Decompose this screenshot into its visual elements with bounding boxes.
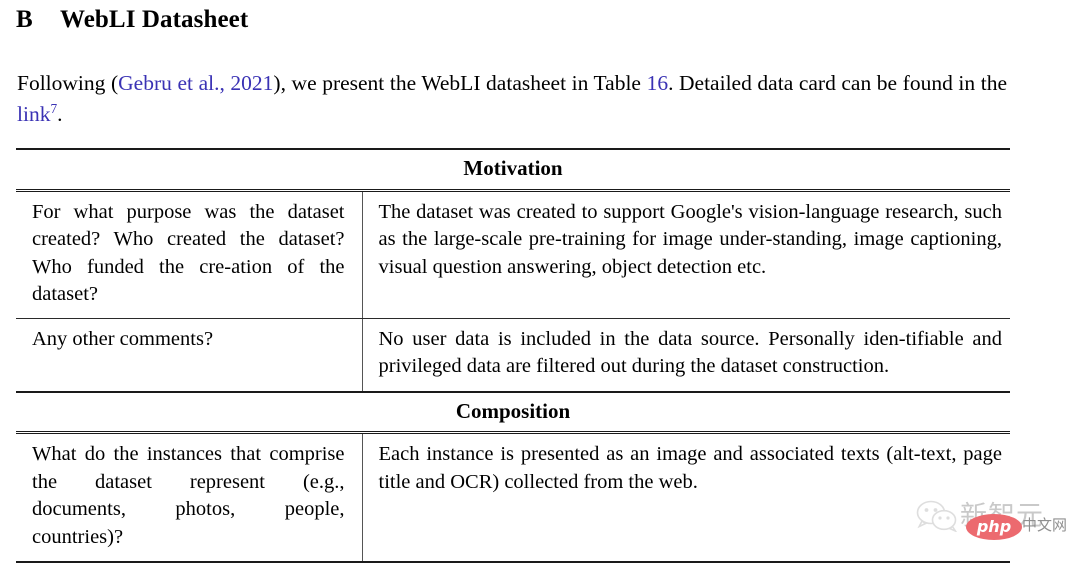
section-band-label: Motivation: [16, 148, 1010, 192]
section-number: B: [16, 6, 33, 33]
section-band-composition: Composition: [16, 391, 1010, 434]
answer-cell: No user data is included in the data sou…: [362, 318, 1010, 393]
intro-text-part-3: . Detailed data card can be found in the: [668, 71, 1007, 95]
page-title: B WebLI Datasheet: [16, 6, 248, 34]
question-cell: For what purpose was the dataset created…: [16, 190, 363, 319]
table-row: What do the instances that comprise the …: [16, 432, 1010, 563]
section-band-label: Composition: [16, 391, 1010, 434]
table-row: For what purpose was the dataset created…: [16, 190, 1010, 319]
table-row: Any other comments? No user data is incl…: [16, 318, 1010, 393]
paper-page: B WebLI Datasheet Following (Gebru et al.…: [0, 0, 1080, 563]
section-band-motivation: Motivation: [16, 148, 1010, 192]
section-title-text: WebLI Datasheet: [60, 6, 249, 33]
question-cell: Any other comments?: [16, 318, 363, 393]
intro-text-part-1: Following (: [17, 71, 119, 95]
citation-link-gebru[interactable]: Gebru et al., 2021: [118, 71, 273, 95]
question-cell: What do the instances that comprise the …: [16, 432, 363, 563]
table-reference-link[interactable]: 16: [647, 71, 669, 95]
intro-text-part-4: .: [57, 102, 63, 126]
answer-cell: The dataset was created to support Googl…: [362, 190, 1010, 319]
answer-cell: Each instance is presented as an image a…: [362, 432, 1010, 563]
watermark-suffix-text: 中文网: [1022, 516, 1068, 534]
intro-text-part-2: ), we present the WebLI datasheet in Tab…: [273, 71, 647, 95]
webli-datasheet-table: Motivation For what purpose was the data…: [16, 148, 1010, 563]
intro-paragraph: Following (Gebru et al., 2021), we prese…: [17, 68, 1007, 130]
data-card-link[interactable]: link: [17, 102, 50, 126]
